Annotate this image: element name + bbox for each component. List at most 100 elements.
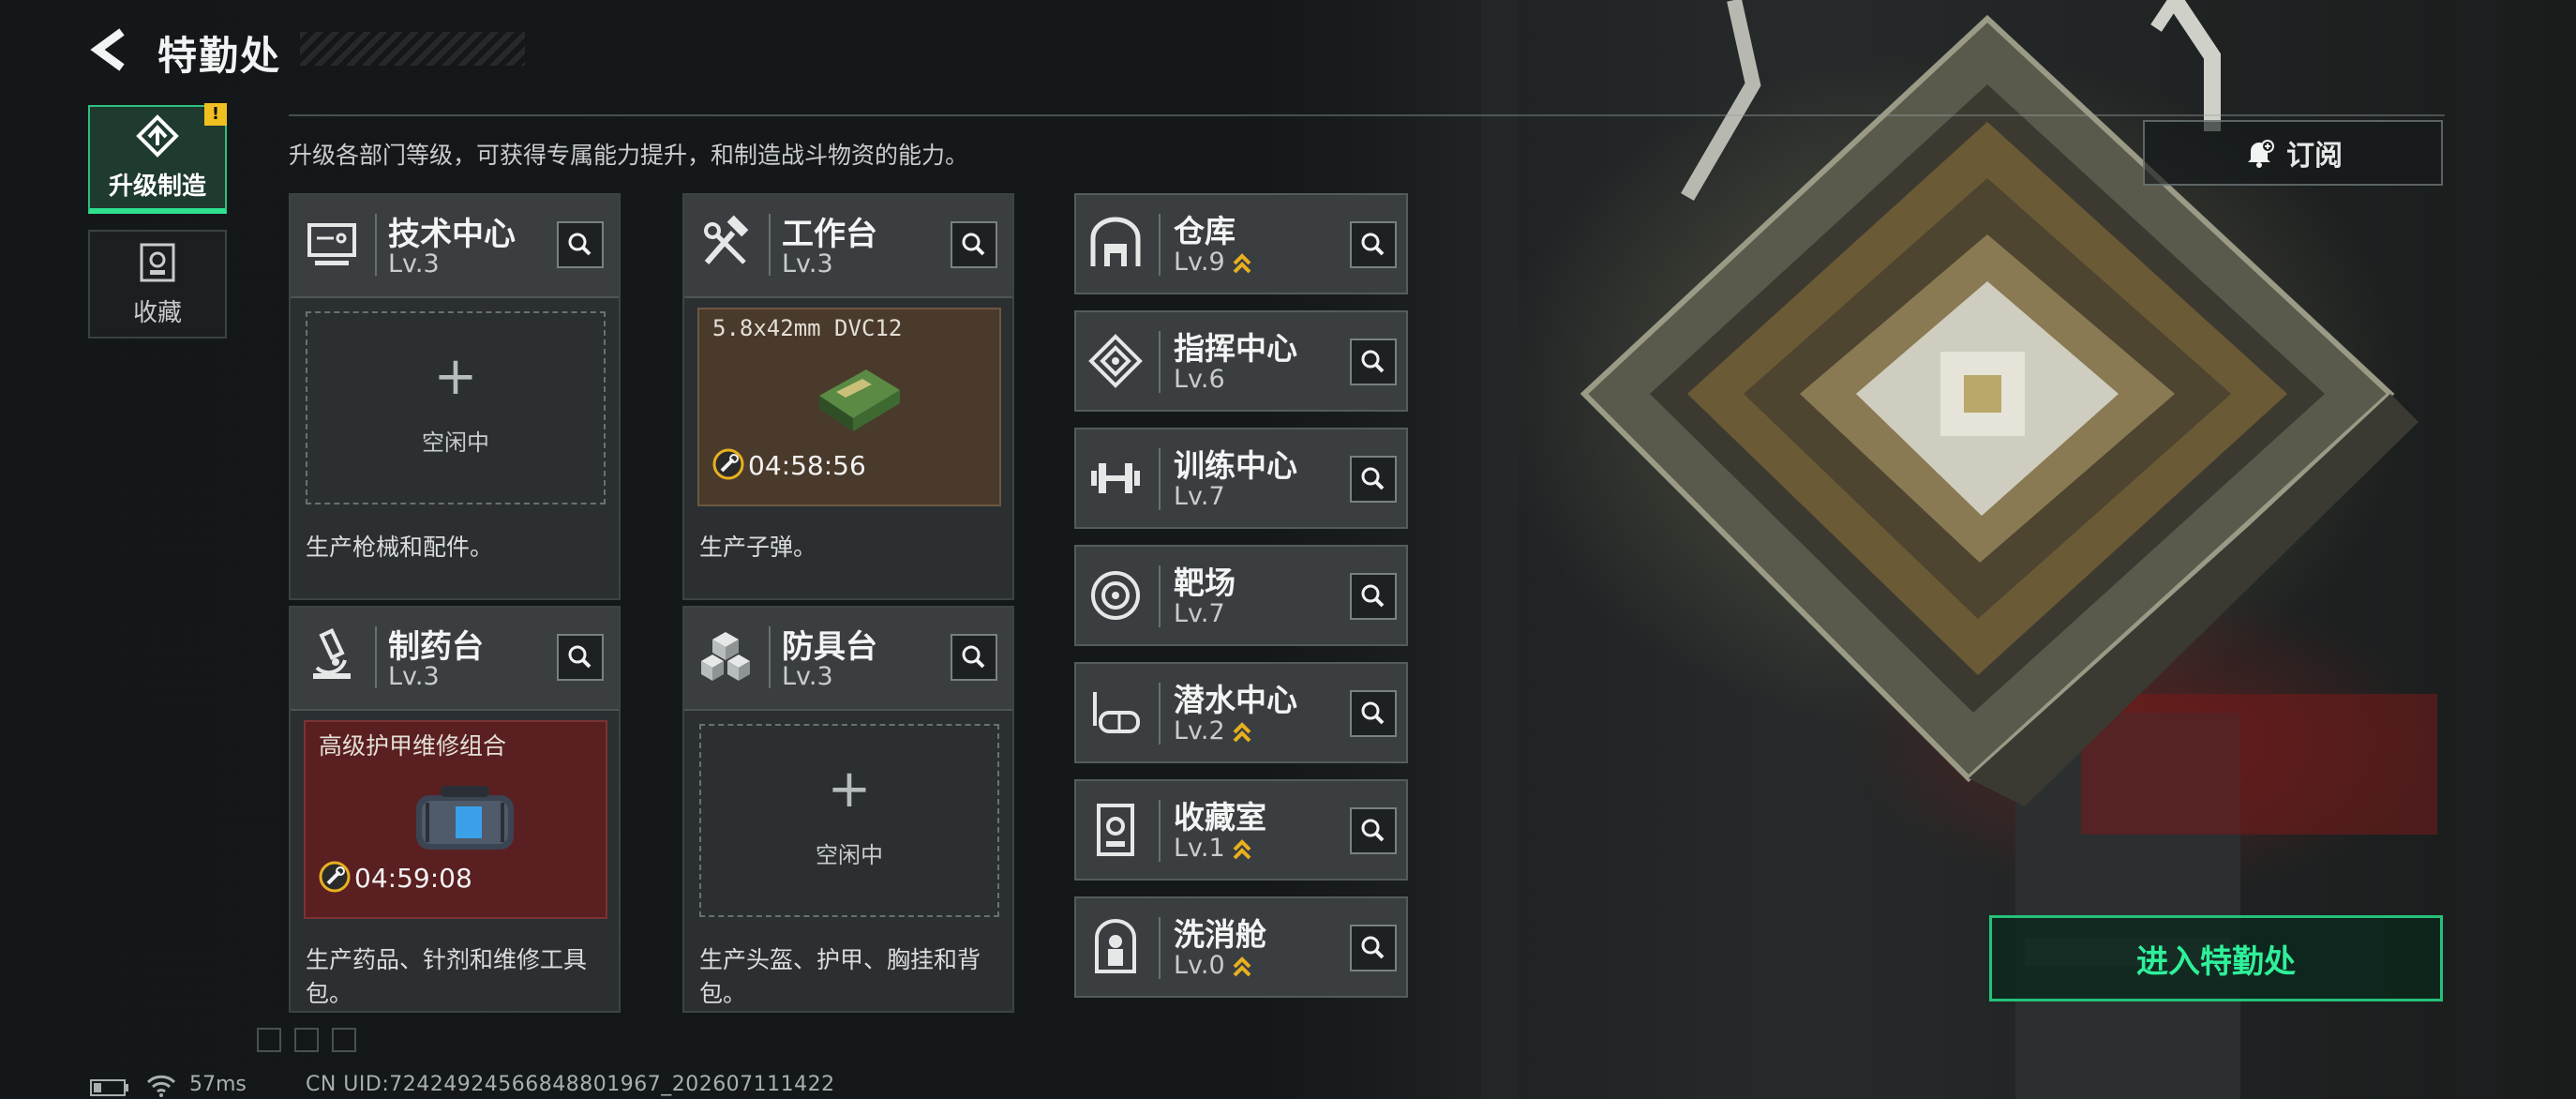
search-icon bbox=[1361, 819, 1385, 842]
search-button[interactable] bbox=[1350, 807, 1397, 854]
search-button[interactable] bbox=[1350, 221, 1397, 268]
upgrade-factory-icon bbox=[136, 113, 179, 158]
room-level-text: Lv.9 bbox=[1174, 248, 1225, 277]
idle-label: 空闲中 bbox=[816, 842, 883, 868]
upgrade-available-icon bbox=[1233, 721, 1251, 742]
user-uid: CN UID:72424924566848801967_202607111422 bbox=[306, 1073, 835, 1096]
room-command-center[interactable]: 指挥中心 Lv.6 bbox=[1074, 310, 1408, 412]
room-title: 训练中心 bbox=[1174, 447, 1297, 484]
bell-plus-icon bbox=[2248, 140, 2274, 168]
production-timer: 04:58:56 bbox=[748, 450, 866, 481]
search-button[interactable] bbox=[1350, 573, 1397, 620]
room-decontamination[interactable]: 洗消舱 Lv.0 bbox=[1074, 896, 1408, 998]
search-icon bbox=[1361, 584, 1385, 608]
divider bbox=[289, 114, 2445, 116]
card-level: Lv.3 bbox=[782, 249, 833, 279]
separator bbox=[1159, 683, 1161, 745]
add-icon: + bbox=[433, 346, 478, 407]
search-button[interactable] bbox=[951, 221, 997, 268]
room-level: Lv.7 bbox=[1174, 599, 1225, 628]
tab-collection-label: 收藏 bbox=[132, 298, 182, 327]
room-level-text: Lv.1 bbox=[1174, 834, 1225, 863]
room-level-text: Lv.6 bbox=[1174, 365, 1225, 394]
search-button[interactable] bbox=[1350, 456, 1397, 503]
search-button[interactable] bbox=[1350, 339, 1397, 385]
back-arrow-icon[interactable] bbox=[86, 26, 133, 73]
card-title: 制药台 bbox=[388, 628, 484, 666]
wrench-timer-icon bbox=[712, 448, 744, 480]
idle-label: 空闲中 bbox=[422, 429, 489, 456]
warehouse-icon bbox=[1090, 217, 1141, 266]
search-button[interactable] bbox=[1350, 690, 1397, 737]
search-button[interactable] bbox=[557, 634, 604, 681]
production-slot-medical[interactable]: 高级护甲维修组合 04:59:08 bbox=[304, 720, 607, 919]
page-subtitle: 升级各部门等级，可获得专属能力提升，和制造战斗物资的能力。 bbox=[289, 142, 969, 169]
card-pharmacy: 制药台 Lv.3 高级护甲维修组合 04:59:08 生产药品、针剂和维修工具包… bbox=[289, 606, 621, 1013]
room-title: 洗消舱 bbox=[1174, 916, 1266, 953]
ammo-box-icon bbox=[819, 369, 900, 431]
alert-badge: ! bbox=[204, 103, 227, 126]
monitor-icon bbox=[307, 223, 356, 265]
target-icon bbox=[1091, 571, 1140, 620]
card-title: 防具台 bbox=[782, 628, 877, 666]
corner-mark bbox=[257, 1028, 281, 1052]
tools-icon bbox=[704, 215, 749, 264]
card-header: 技术中心 Lv.3 bbox=[291, 195, 619, 298]
repair-kit-bag-icon bbox=[416, 786, 514, 850]
separator bbox=[1159, 448, 1161, 510]
search-icon bbox=[962, 233, 985, 256]
room-training-center[interactable]: 训练中心 Lv.7 bbox=[1074, 428, 1408, 529]
room-diving-center[interactable]: 潜水中心 Lv.2 bbox=[1074, 662, 1408, 763]
room-level: Lv.7 bbox=[1174, 482, 1225, 511]
search-button[interactable] bbox=[951, 634, 997, 681]
room-level-text: Lv.7 bbox=[1174, 482, 1225, 511]
tab-collection[interactable]: 收藏 bbox=[88, 230, 227, 339]
card-tech-center: 技术中心 Lv.3 + 空闲中 生产枪械和配件。 bbox=[289, 193, 621, 600]
room-title: 指挥中心 bbox=[1174, 330, 1297, 367]
card-title: 工作台 bbox=[782, 216, 877, 253]
idle-slot[interactable]: + 空闲中 bbox=[699, 724, 999, 917]
room-collection-room[interactable]: 收藏室 Lv.1 bbox=[1074, 779, 1408, 881]
separator bbox=[1159, 331, 1161, 393]
search-icon bbox=[962, 645, 985, 669]
production-slot-ammo[interactable]: 5.8x42mm DVC12 04:58:56 bbox=[697, 308, 1001, 506]
search-button[interactable] bbox=[557, 221, 604, 268]
room-level: Lv.1 bbox=[1174, 834, 1253, 863]
room-shooting-range[interactable]: 靶场 Lv.7 bbox=[1074, 545, 1408, 646]
search-button[interactable] bbox=[1350, 925, 1397, 971]
card-description: 生产枪械和配件。 bbox=[306, 534, 494, 561]
corner-mark bbox=[294, 1028, 319, 1052]
card-workbench: 工作台 Lv.3 5.8x42mm DVC12 04:58:56 生产子弹。 bbox=[682, 193, 1014, 600]
room-level-text: Lv.7 bbox=[1174, 599, 1225, 628]
subscribe-button[interactable]: 订阅 bbox=[2143, 120, 2443, 186]
collection-icon bbox=[140, 243, 175, 281]
room-warehouse[interactable]: 仓库 Lv.9 bbox=[1074, 193, 1408, 294]
room-level-text: Lv.0 bbox=[1174, 951, 1225, 980]
room-level: Lv.2 bbox=[1174, 716, 1253, 745]
room-level: Lv.6 bbox=[1174, 365, 1225, 394]
room-level: Lv.9 bbox=[1174, 248, 1253, 277]
search-icon bbox=[568, 645, 592, 669]
dumbbell-icon bbox=[1091, 463, 1140, 493]
upgrade-available-icon bbox=[1233, 252, 1251, 273]
enter-special-ops-button[interactable]: 进入特勤处 bbox=[1989, 915, 2443, 1001]
separator bbox=[375, 214, 377, 276]
search-icon bbox=[1361, 701, 1385, 725]
wrench-timer-icon bbox=[319, 861, 351, 893]
trophy-case-icon bbox=[1097, 804, 1134, 856]
command-chip-icon bbox=[1088, 334, 1143, 388]
separator bbox=[1159, 917, 1161, 979]
decontamination-icon bbox=[1095, 919, 1136, 973]
microscope-icon bbox=[313, 628, 351, 679]
room-level-text: Lv.2 bbox=[1174, 716, 1225, 745]
card-description: 生产头盔、护甲、胸挂和背包。 bbox=[699, 946, 981, 1007]
search-icon bbox=[1361, 350, 1385, 373]
separator bbox=[1159, 800, 1161, 862]
corner-mark bbox=[332, 1028, 356, 1052]
card-armor-bench: 防具台 Lv.3 + 空闲中 生产头盔、护甲、胸挂和背包。 bbox=[682, 606, 1014, 1013]
idle-slot[interactable]: + 空闲中 bbox=[306, 311, 606, 504]
battery-icon bbox=[90, 1079, 128, 1096]
room-title: 靶场 bbox=[1174, 565, 1236, 601]
upgrade-available-icon bbox=[1233, 956, 1251, 976]
card-level: Lv.3 bbox=[782, 662, 833, 691]
